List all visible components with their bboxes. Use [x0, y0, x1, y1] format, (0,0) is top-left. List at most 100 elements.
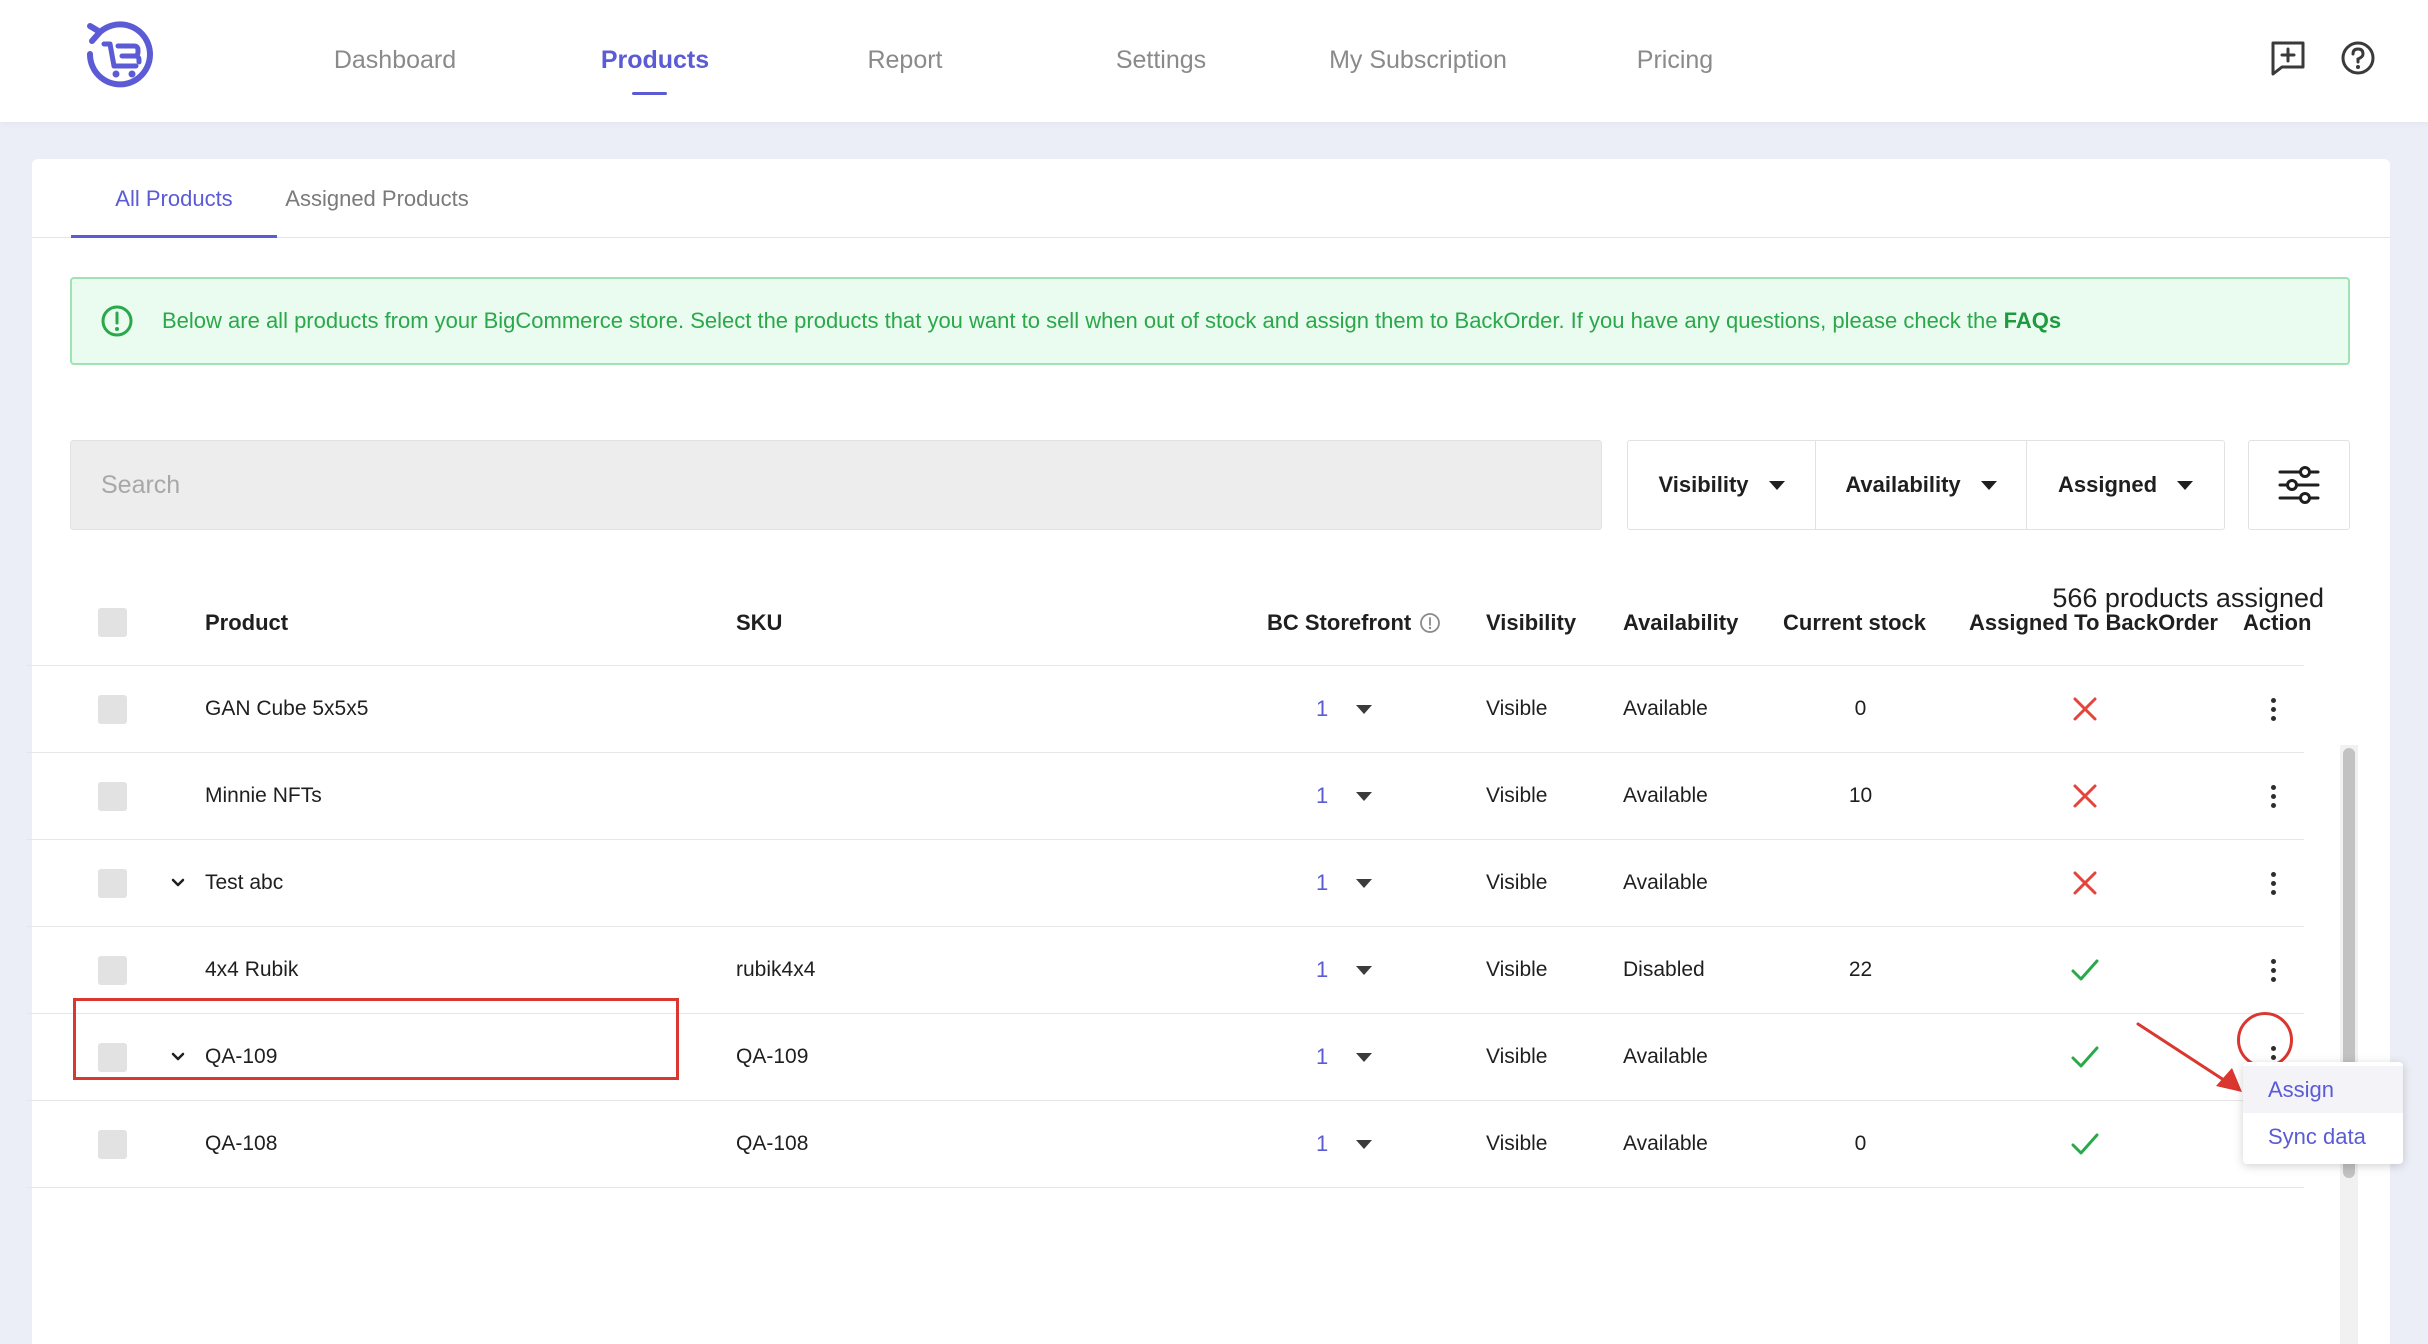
annotation-arrow-icon: [2136, 1022, 2242, 1092]
storefront-count: 1: [1316, 1044, 1329, 1069]
product-visibility: Visible: [1486, 1132, 1548, 1155]
storefront-count: 1: [1316, 783, 1329, 808]
cross-icon: [2073, 784, 2097, 808]
nav-products[interactable]: Products: [590, 40, 720, 80]
row-checkbox[interactable]: [98, 955, 127, 985]
assigned-filter-label: Assigned: [2057, 472, 2158, 497]
product-sku: rubik4x4: [736, 958, 816, 981]
more-actions-icon[interactable]: [2270, 958, 2276, 982]
checkmark-icon: [2071, 1046, 2099, 1068]
product-name[interactable]: Test abc: [205, 840, 283, 926]
row-checkbox[interactable]: [98, 1129, 127, 1159]
select-all-cell: [98, 580, 127, 665]
tab-all-products[interactable]: All Products: [71, 159, 277, 238]
storefront-count: 1: [1316, 957, 1329, 982]
availability-filter-dropdown[interactable]: Availability: [1816, 441, 2027, 529]
product-name[interactable]: 4x4 Rubik: [205, 927, 298, 1013]
product-availability: Disabled: [1623, 958, 1705, 981]
cross-icon: [2073, 871, 2097, 895]
storefront-select[interactable]: 1: [1316, 1014, 1373, 1100]
header-storefront: BC Storefront: [1267, 580, 1441, 665]
row-checkbox[interactable]: [98, 781, 127, 811]
storefront-select[interactable]: 1: [1316, 753, 1373, 839]
feedback-icon[interactable]: [2268, 38, 2308, 78]
products-table: Product SKU BC Storefront Visibility Ava…: [26, 580, 2311, 1188]
assigned-status: [1969, 840, 2201, 926]
nav-report[interactable]: Report: [840, 40, 970, 80]
expand-row-toggle[interactable]: [170, 840, 186, 926]
row-action-cell: [2243, 753, 2303, 839]
assigned-status: [1969, 666, 2201, 752]
assigned-filter-dropdown[interactable]: Assigned: [2027, 441, 2224, 529]
storefront-select[interactable]: 1: [1316, 840, 1373, 926]
nav-dashboard[interactable]: Dashboard: [330, 40, 460, 80]
table-row: GAN Cube 5x5x5 1 Visible Available 0: [26, 666, 2304, 753]
caret-down-icon: [1980, 480, 1997, 490]
more-actions-icon[interactable]: [2270, 871, 2276, 895]
more-actions-icon[interactable]: [2270, 697, 2276, 721]
product-name[interactable]: QA-109: [205, 1014, 277, 1100]
header-visibility: Visibility: [1486, 609, 1577, 635]
help-icon[interactable]: [2338, 38, 2378, 78]
table-row: QA-108 QA-108 1 Visible Available 0: [26, 1101, 2304, 1188]
row-action-cell: [2243, 927, 2303, 1013]
caret-down-icon: [1356, 965, 1373, 975]
caret-down-icon: [1356, 791, 1373, 801]
faqs-link[interactable]: FAQs: [2004, 308, 2061, 333]
table-row: Test abc 1 Visible Available: [26, 840, 2304, 927]
storefront-count: 1: [1316, 870, 1329, 895]
header-current-stock: Current stock: [1783, 609, 1927, 635]
chevron-down-icon: [171, 878, 185, 887]
nav-pricing[interactable]: Pricing: [1610, 40, 1740, 80]
product-sku: QA-109: [736, 1045, 809, 1068]
availability-filter-label: Availability: [1845, 472, 1961, 497]
nav-my-subscription[interactable]: My Subscription: [1318, 40, 1518, 80]
column-settings-button[interactable]: [2248, 440, 2350, 530]
row-checkbox[interactable]: [98, 694, 127, 724]
storefront-select[interactable]: 1: [1316, 666, 1373, 752]
product-availability: Available: [1623, 1132, 1708, 1155]
more-actions-icon[interactable]: [2270, 784, 2276, 808]
expand-row-toggle[interactable]: [170, 1014, 186, 1100]
menu-item-assign[interactable]: Assign: [2243, 1066, 2403, 1113]
banner-message: Below are all products from your BigComm…: [162, 308, 2061, 334]
row-select-cell: [98, 753, 127, 839]
visibility-filter-dropdown[interactable]: Visibility: [1628, 441, 1816, 529]
table-row: Minnie NFTs 1 Visible Available 10: [26, 753, 2304, 840]
product-current-stock: 0: [1854, 1132, 1867, 1155]
row-action-cell: [2243, 840, 2303, 926]
table-header-row: Product SKU BC Storefront Visibility Ava…: [26, 580, 2311, 666]
row-checkbox[interactable]: [98, 1042, 127, 1072]
header-sku[interactable]: SKU: [736, 580, 782, 665]
storefront-select[interactable]: 1: [1316, 1101, 1373, 1187]
sliders-icon: [2278, 466, 2320, 504]
header-product[interactable]: Product: [205, 580, 288, 665]
app-logo-icon[interactable]: [78, 14, 160, 96]
caret-down-icon: [1768, 480, 1785, 490]
product-current-stock: [1783, 840, 1938, 926]
product-current-stock: 0: [1854, 697, 1867, 720]
product-name[interactable]: QA-108: [205, 1101, 277, 1187]
top-navigation-bar: Dashboard Products Report Settings My Su…: [0, 0, 2428, 122]
storefront-count: 1: [1316, 696, 1329, 721]
product-name[interactable]: GAN Cube 5x5x5: [205, 666, 368, 752]
row-checkbox[interactable]: [98, 868, 127, 898]
product-availability: Available: [1623, 1045, 1708, 1068]
product-visibility: Visible: [1486, 697, 1548, 720]
product-availability: Available: [1623, 784, 1708, 807]
select-all-checkbox[interactable]: [98, 608, 127, 637]
menu-item-sync-data[interactable]: Sync data: [2243, 1113, 2403, 1160]
storefront-select[interactable]: 1: [1316, 927, 1373, 1013]
caret-down-icon: [1356, 878, 1373, 888]
header-availability: Availability: [1623, 609, 1739, 635]
product-availability: Available: [1623, 871, 1708, 894]
info-tooltip-icon[interactable]: [1419, 612, 1441, 634]
nav-settings[interactable]: Settings: [1096, 40, 1226, 80]
search-input[interactable]: [70, 440, 1602, 530]
product-sku: QA-108: [736, 1132, 809, 1155]
tab-assigned-products[interactable]: Assigned Products: [277, 159, 477, 238]
product-name[interactable]: Minnie NFTs: [205, 753, 322, 839]
row-select-cell: [98, 840, 127, 926]
info-banner: Below are all products from your BigComm…: [70, 277, 2350, 365]
assigned-status: [1969, 1101, 2201, 1187]
